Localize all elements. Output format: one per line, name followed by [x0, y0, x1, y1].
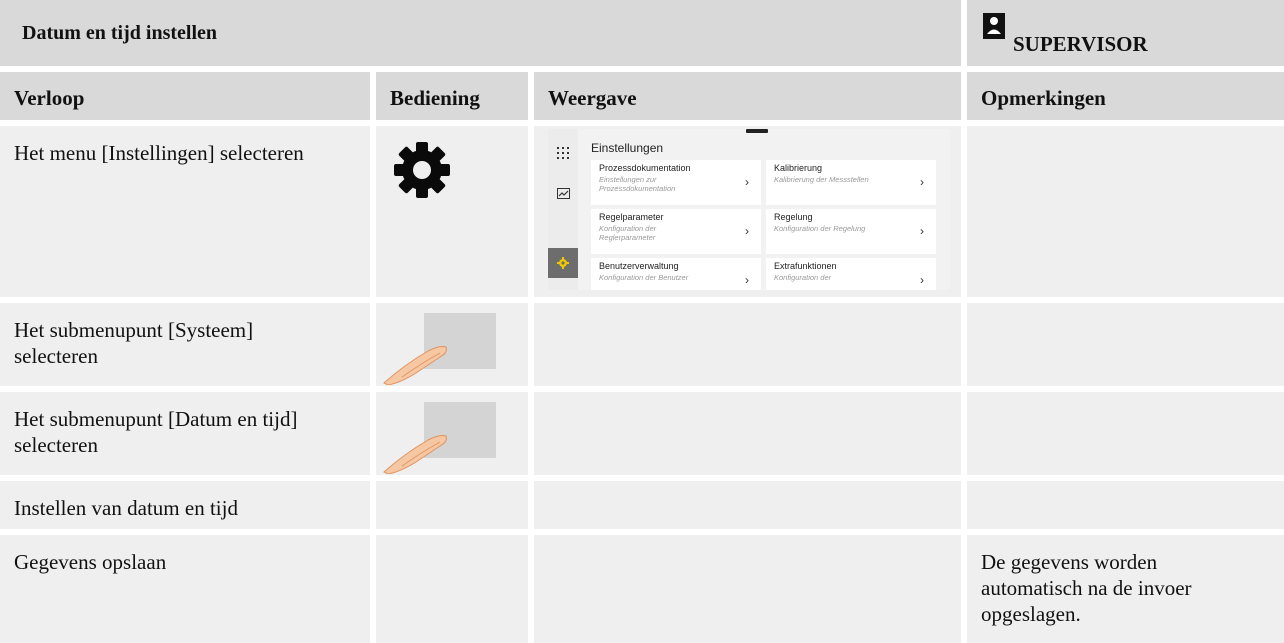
tile-benutzerverwaltung[interactable]: Benutzerverwaltung Konfiguration der Ben…: [591, 258, 761, 290]
settings-screen: Einstellungen Prozessdokumentation Einst…: [548, 129, 950, 290]
chart-icon[interactable]: [557, 188, 570, 199]
tile-regelparameter[interactable]: Regelparameter Konfiguration der Reglerp…: [591, 209, 761, 254]
row3-weergave: [534, 392, 961, 475]
header-bediening: Bediening: [376, 72, 528, 120]
row5-weergave: [534, 535, 961, 643]
finger-touch-icon: [383, 402, 496, 474]
rail-active-item[interactable]: [548, 248, 578, 278]
row2-weergave: [534, 303, 961, 386]
row4-bediening: [376, 481, 528, 529]
row5-opmerkingen: De gegevens worden automatisch na de inv…: [967, 535, 1284, 643]
tile-kalibrierung[interactable]: Kalibrierung Kalibrierung der Messstelle…: [766, 160, 936, 205]
role-cell: SUPERVISOR: [967, 0, 1284, 66]
row2-verloop: Het submenupunt [Systeem] selecteren: [0, 303, 370, 386]
screen-heading: Einstellungen: [591, 141, 664, 155]
chevron-right-icon: ›: [920, 175, 924, 189]
row1-opmerkingen: [967, 126, 1284, 297]
row3-bediening: [376, 392, 528, 475]
role-label: SUPERVISOR: [1013, 32, 1148, 56]
chevron-right-icon: ›: [745, 273, 749, 287]
grid-icon[interactable]: [557, 147, 569, 159]
row1-bediening: [376, 126, 528, 297]
row2-opmerkingen: [967, 303, 1284, 386]
tile-prozessdokumentation[interactable]: Prozessdokumentation Einstellungen zur P…: [591, 160, 761, 205]
chevron-right-icon: ›: [920, 273, 924, 287]
row4-verloop: Instellen van datum en tijd: [0, 481, 370, 529]
title-cell: Datum en tijd instellen: [0, 0, 961, 66]
tile-regelung[interactable]: Regelung Konfiguration der Regelung ›: [766, 209, 936, 254]
top-handle: [746, 129, 768, 133]
chevron-right-icon: ›: [745, 224, 749, 238]
settings-icon: [557, 257, 569, 269]
tile-extrafunktionen[interactable]: Extrafunktionen Konfiguration der ›: [766, 258, 936, 290]
user-icon: [983, 13, 1005, 39]
gear-icon: [394, 142, 450, 198]
side-rail: [548, 129, 578, 290]
row1-verloop: Het menu [Instellingen] selecteren: [0, 126, 370, 297]
row3-opmerkingen: [967, 392, 1284, 475]
chevron-right-icon: ›: [920, 224, 924, 238]
row4-opmerkingen: [967, 481, 1284, 529]
finger-touch-icon: [383, 313, 496, 385]
page-title: Datum en tijd instellen: [22, 22, 217, 44]
chevron-right-icon: ›: [745, 175, 749, 189]
row2-bediening: [376, 303, 528, 386]
header-opmerkingen: Opmerkingen: [967, 72, 1284, 120]
header-verloop: Verloop: [0, 72, 370, 120]
row5-verloop: Gegevens opslaan: [0, 535, 370, 643]
row3-verloop: Het submenupunt [Datum en tijd] selecter…: [0, 392, 370, 475]
header-weergave: Weergave: [534, 72, 961, 120]
row5-bediening: [376, 535, 528, 643]
row4-weergave: [534, 481, 961, 529]
